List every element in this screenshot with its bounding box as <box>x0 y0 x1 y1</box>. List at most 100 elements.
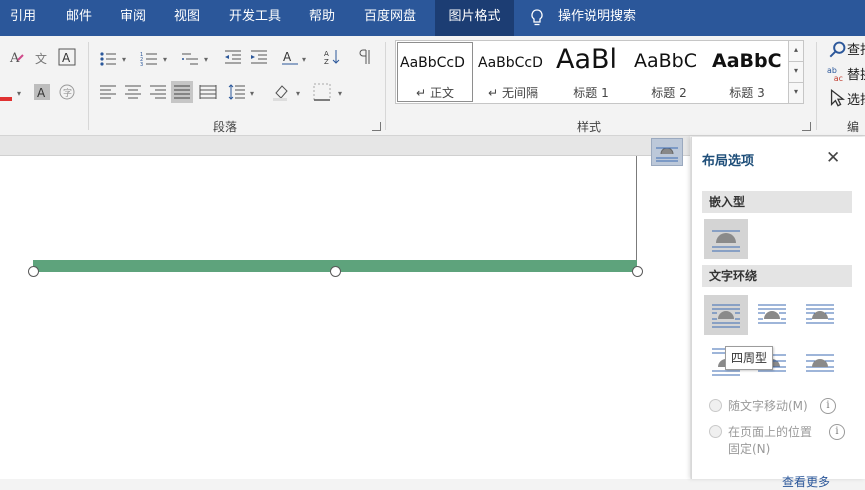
style-name: 标题 2 <box>651 86 687 100</box>
line-spacing-dropdown-icon[interactable]: ▾ <box>250 89 254 98</box>
layout-options-button[interactable] <box>651 138 683 166</box>
tooltip: 四周型 <box>725 346 774 370</box>
wrap-inline-option[interactable] <box>704 219 748 259</box>
style-preview: AaBbCcD <box>478 55 543 71</box>
style-normal[interactable]: AaBbCcD ↵ 正文 <box>396 41 474 103</box>
group-label-editing: 编辑 <box>847 120 860 134</box>
style-heading-2[interactable]: AaBbC 标题 2 <box>630 41 708 103</box>
see-more-link[interactable]: 查看更多 <box>782 473 830 490</box>
svg-text:字: 字 <box>63 87 72 99</box>
bullets-icon[interactable] <box>99 50 117 68</box>
align-right-icon[interactable] <box>149 83 167 101</box>
character-border-icon[interactable]: A <box>58 48 76 66</box>
svg-text:Z: Z <box>324 58 329 66</box>
show-marks-icon[interactable] <box>354 48 372 66</box>
tab-view[interactable]: 视图 <box>174 0 200 36</box>
styles-gallery: AaBbCcD ↵ 正文 AaBbCcD ↵ 无间隔 AaBl 标题 1 AaB… <box>395 40 789 104</box>
text-direction-icon[interactable]: A <box>281 48 299 66</box>
select-button[interactable]: 选择 <box>847 89 865 108</box>
svg-text:文: 文 <box>35 51 47 66</box>
resize-handle-left[interactable] <box>28 266 39 277</box>
svg-text:A: A <box>62 51 71 65</box>
ribbon-tab-bar: 引用 邮件 审阅 视图 开发工具 帮助 百度网盘 图片格式 操作说明搜索 <box>0 0 865 36</box>
fix-position-label: 在页面上的位置 <box>728 425 813 439</box>
tab-references[interactable]: 引用 <box>10 0 36 36</box>
panel-title: 布局选项 <box>702 154 755 169</box>
phonetic-guide-icon[interactable]: 文 <box>33 48 51 66</box>
group-separator <box>816 42 817 130</box>
lightbulb-icon <box>530 9 544 27</box>
style-name: 无间隔 <box>501 86 538 100</box>
find-icon[interactable] <box>829 40 846 58</box>
paragraph-mark: ↵ <box>416 86 427 100</box>
style-heading-3[interactable]: AaBbC 标题 3 <box>708 41 786 103</box>
resize-handle-bottom[interactable] <box>330 266 341 277</box>
move-with-text-radio[interactable] <box>709 399 722 412</box>
sort-icon[interactable]: AZ <box>324 48 342 66</box>
align-center-icon[interactable] <box>124 83 142 101</box>
group-label-styles: 样式 <box>577 120 602 134</box>
gallery-scroll-down-icon[interactable]: ▾ <box>788 61 804 83</box>
borders-icon[interactable] <box>313 83 331 101</box>
ribbon-body: A 文 A ▾ A 字 ▾ 123 ▾ ▾ A ▾ AZ ▾ ▾ ▾ 段落 Aa… <box>0 36 865 136</box>
svg-text:3: 3 <box>140 62 143 68</box>
gallery-more-icon[interactable]: ▾ <box>788 82 804 104</box>
fix-position-label-line2: 固定(N) <box>728 442 771 456</box>
align-left-icon[interactable] <box>99 83 117 101</box>
increase-indent-icon[interactable] <box>250 48 268 66</box>
replace-icon[interactable]: ab ac <box>827 64 843 82</box>
fix-position-radio[interactable] <box>709 425 722 438</box>
tab-picture-format[interactable]: 图片格式 <box>435 0 514 36</box>
paragraph-dialog-launcher-icon[interactable] <box>372 122 381 131</box>
style-name: 标题 1 <box>573 86 609 100</box>
style-name: 标题 3 <box>729 86 765 100</box>
find-button[interactable]: 查找 <box>847 39 865 58</box>
style-no-spacing[interactable]: AaBbCcD ↵ 无间隔 <box>474 41 552 103</box>
layout-options-panel: 布局选项 ✕ 嵌入型 文字环绕 随文字移动(M) i 在页面上的位置 固定(N)… <box>691 137 865 479</box>
tab-mailings[interactable]: 邮件 <box>66 0 92 36</box>
clear-formatting-icon[interactable]: A <box>8 48 26 66</box>
text-direction-dropdown-icon[interactable]: ▾ <box>302 55 306 64</box>
decrease-indent-icon[interactable] <box>224 48 242 66</box>
close-icon[interactable]: ✕ <box>826 148 840 168</box>
gallery-scroll-up-icon[interactable]: ▴ <box>788 40 804 62</box>
tab-developer[interactable]: 开发工具 <box>229 0 281 36</box>
info-icon[interactable]: i <box>820 398 836 414</box>
document-page[interactable] <box>0 156 690 479</box>
style-heading-1[interactable]: AaBl 标题 1 <box>552 41 630 103</box>
shading-icon[interactable] <box>272 83 290 101</box>
line-spacing-icon[interactable] <box>228 83 246 101</box>
numbering-icon[interactable]: 123 <box>140 50 158 68</box>
tab-baidu-netdisk[interactable]: 百度网盘 <box>364 0 416 36</box>
bullets-dropdown-icon[interactable]: ▾ <box>122 55 126 64</box>
wrap-square-option[interactable] <box>704 295 748 335</box>
wrap-through-option[interactable] <box>798 295 842 335</box>
tell-me-search[interactable]: 操作说明搜索 <box>558 0 636 36</box>
borders-dropdown-icon[interactable]: ▾ <box>338 89 342 98</box>
justify-icon[interactable] <box>171 81 193 103</box>
wrap-tight-option[interactable] <box>750 295 794 335</box>
resize-handle-right[interactable] <box>632 266 643 277</box>
font-color-icon[interactable] <box>0 83 18 101</box>
svg-text:A: A <box>37 86 46 100</box>
style-preview: AaBbC <box>712 50 782 72</box>
picture-frame-edge <box>636 156 637 272</box>
numbering-dropdown-icon[interactable]: ▾ <box>163 55 167 64</box>
enclose-characters-icon[interactable]: 字 <box>58 83 76 101</box>
multilevel-dropdown-icon[interactable]: ▾ <box>204 55 208 64</box>
shading-dropdown-icon[interactable]: ▾ <box>296 89 300 98</box>
character-shading-icon[interactable]: A <box>33 83 51 101</box>
tab-review[interactable]: 审阅 <box>120 0 146 36</box>
styles-dialog-launcher-icon[interactable] <box>802 122 811 131</box>
group-separator <box>385 42 386 130</box>
font-color-dropdown-icon[interactable]: ▾ <box>17 89 21 98</box>
style-name: 正文 <box>429 86 454 100</box>
multilevel-list-icon[interactable] <box>181 50 199 68</box>
replace-button[interactable]: 替换 <box>847 64 865 83</box>
tab-help[interactable]: 帮助 <box>309 0 335 36</box>
wrap-in-front-option[interactable] <box>798 341 842 381</box>
distributed-icon[interactable] <box>199 83 217 101</box>
style-preview: AaBbCcD <box>400 55 465 71</box>
info-icon[interactable]: i <box>829 424 845 440</box>
select-arrow-icon[interactable] <box>829 89 846 107</box>
